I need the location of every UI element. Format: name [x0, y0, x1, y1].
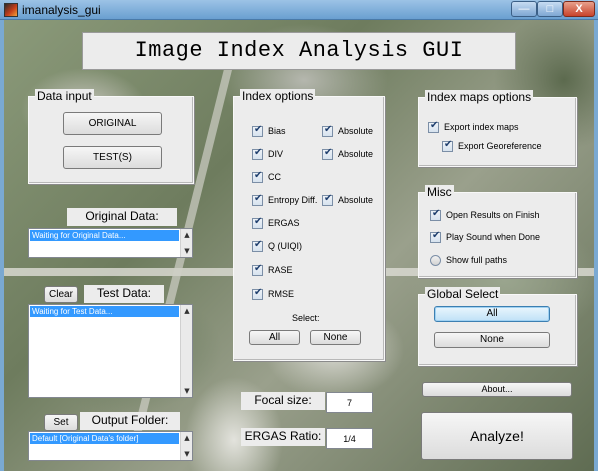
checkbox-checked-icon[interactable] [322, 147, 333, 160]
absolute-label: Absolute [338, 195, 374, 205]
bias-label: Bias [268, 126, 286, 136]
matlab-app-icon [4, 3, 18, 17]
ergas-ratio-input[interactable]: 1/4 [326, 428, 373, 449]
index-maps-options-title: Index maps options [425, 90, 534, 104]
export-index-maps-label: Export index maps [444, 122, 519, 132]
rase-checkbox[interactable]: RASE [252, 263, 293, 277]
div-absolute-checkbox[interactable]: Absolute [322, 147, 373, 161]
tests-button[interactable]: TEST(S) [63, 146, 162, 169]
checkbox-checked-icon[interactable] [442, 139, 453, 152]
scrollbar[interactable]: ▲ ▼ [180, 305, 192, 397]
list-item[interactable]: Waiting for Test Data... [30, 306, 179, 317]
entropy-diff-label: Entropy Diff. [268, 195, 318, 205]
open-results-checkbox[interactable]: Open Results on Finish [430, 208, 540, 222]
close-button[interactable]: X [563, 1, 595, 17]
rmse-checkbox[interactable]: RMSE [252, 287, 294, 301]
checkbox-checked-icon[interactable] [252, 124, 263, 137]
bias-absolute-checkbox[interactable]: Absolute [322, 124, 373, 138]
checkbox-checked-icon[interactable] [252, 216, 263, 229]
index-options-title: Index options [240, 89, 316, 103]
index-select-none-button[interactable]: None [310, 330, 361, 345]
absolute-label: Absolute [338, 149, 374, 159]
export-index-maps-checkbox[interactable]: Export index maps [428, 120, 519, 134]
div-label: DIV [268, 149, 284, 159]
checkbox-checked-icon[interactable] [322, 193, 333, 206]
play-sound-checkbox[interactable]: Play Sound when Done [430, 230, 540, 244]
play-sound-label: Play Sound when Done [446, 232, 541, 242]
select-label: Select: [292, 313, 320, 323]
global-select-title: Global Select [425, 287, 501, 301]
rase-label: RASE [268, 265, 293, 275]
ergas-checkbox[interactable]: ERGAS [252, 216, 300, 230]
scrollbar[interactable]: ▲ ▼ [180, 229, 192, 257]
original-data-list[interactable]: Waiting for Original Data... ▲ ▼ [28, 228, 193, 258]
show-full-paths-radio[interactable]: Show full paths [430, 253, 507, 267]
analyze-button[interactable]: Analyze! [421, 412, 573, 460]
global-select-all-button[interactable]: All [434, 306, 550, 322]
list-item[interactable]: Default [Original Data's folder] [30, 433, 179, 444]
maximize-button[interactable]: □ [537, 1, 563, 17]
div-checkbox[interactable]: DIV [252, 147, 283, 161]
rmse-label: RMSE [268, 289, 295, 299]
scroll-down-arrow-icon[interactable]: ▼ [182, 449, 192, 459]
global-select-panel: Global Select [418, 287, 577, 366]
global-select-none-button[interactable]: None [434, 332, 550, 348]
focal-size-input[interactable]: 7 [326, 392, 373, 413]
original-data-label: Original Data: [67, 208, 177, 226]
clear-button[interactable]: Clear [44, 286, 78, 303]
data-input-title: Data input [35, 89, 94, 103]
export-georeference-checkbox[interactable]: Export Georeference [442, 139, 542, 153]
q-uiqi-checkbox[interactable]: Q (UIQI) [252, 239, 302, 253]
ergas-ratio-label: ERGAS Ratio: [241, 428, 325, 446]
checkbox-checked-icon[interactable] [430, 208, 441, 221]
entropy-diff-checkbox[interactable]: Entropy Diff. [252, 193, 317, 207]
checkbox-checked-icon[interactable] [252, 287, 263, 300]
output-folder-list[interactable]: Default [Original Data's folder] ▲ ▼ [28, 431, 193, 461]
absolute-label: Absolute [338, 126, 374, 136]
checkbox-checked-icon[interactable] [322, 124, 333, 137]
index-select-all-button[interactable]: All [249, 330, 300, 345]
checkbox-checked-icon[interactable] [252, 263, 263, 276]
bias-checkbox[interactable]: Bias [252, 124, 286, 138]
page-title: Image Index Analysis GUI [82, 32, 516, 70]
data-input-panel: Data input [28, 89, 194, 184]
scroll-up-arrow-icon[interactable]: ▲ [182, 230, 192, 240]
window-titlebar: imanalysis_gui — □ X [0, 0, 598, 20]
cc-label: CC [268, 172, 281, 182]
output-folder-label: Output Folder: [80, 412, 180, 430]
checkbox-checked-icon[interactable] [428, 120, 439, 133]
open-results-label: Open Results on Finish [446, 210, 540, 220]
scroll-down-arrow-icon[interactable]: ▼ [182, 386, 192, 396]
checkbox-checked-icon[interactable] [252, 147, 263, 160]
scroll-down-arrow-icon[interactable]: ▼ [182, 246, 192, 256]
ergas-label: ERGAS [268, 218, 300, 228]
test-data-list[interactable]: Waiting for Test Data... ▲ ▼ [28, 304, 193, 398]
checkbox-checked-icon[interactable] [252, 193, 263, 206]
scroll-up-arrow-icon[interactable]: ▲ [182, 433, 192, 443]
q-uiqi-label: Q (UIQI) [268, 241, 302, 251]
window-border-right [594, 20, 598, 471]
set-output-folder-button[interactable]: Set [44, 414, 78, 431]
scrollbar[interactable]: ▲ ▼ [180, 432, 192, 460]
scroll-up-arrow-icon[interactable]: ▲ [182, 306, 192, 316]
export-georeference-label: Export Georeference [458, 141, 542, 151]
checkbox-checked-icon[interactable] [430, 230, 441, 243]
cc-checkbox[interactable]: CC [252, 170, 281, 184]
focal-size-label: Focal size: [241, 392, 325, 410]
minimize-button[interactable]: — [511, 1, 537, 17]
entropy-absolute-checkbox[interactable]: Absolute [322, 193, 373, 207]
original-button[interactable]: ORIGINAL [63, 112, 162, 135]
test-data-label: Test Data: [84, 285, 164, 303]
window-title: imanalysis_gui [22, 3, 101, 17]
about-button[interactable]: About... [422, 382, 572, 397]
list-item[interactable]: Waiting for Original Data... [30, 230, 179, 241]
checkbox-checked-icon[interactable] [252, 239, 263, 252]
show-full-paths-label: Show full paths [446, 255, 508, 265]
checkbox-checked-icon[interactable] [252, 170, 263, 183]
misc-title: Misc [425, 185, 454, 199]
radio-unchecked-icon[interactable] [430, 254, 441, 266]
